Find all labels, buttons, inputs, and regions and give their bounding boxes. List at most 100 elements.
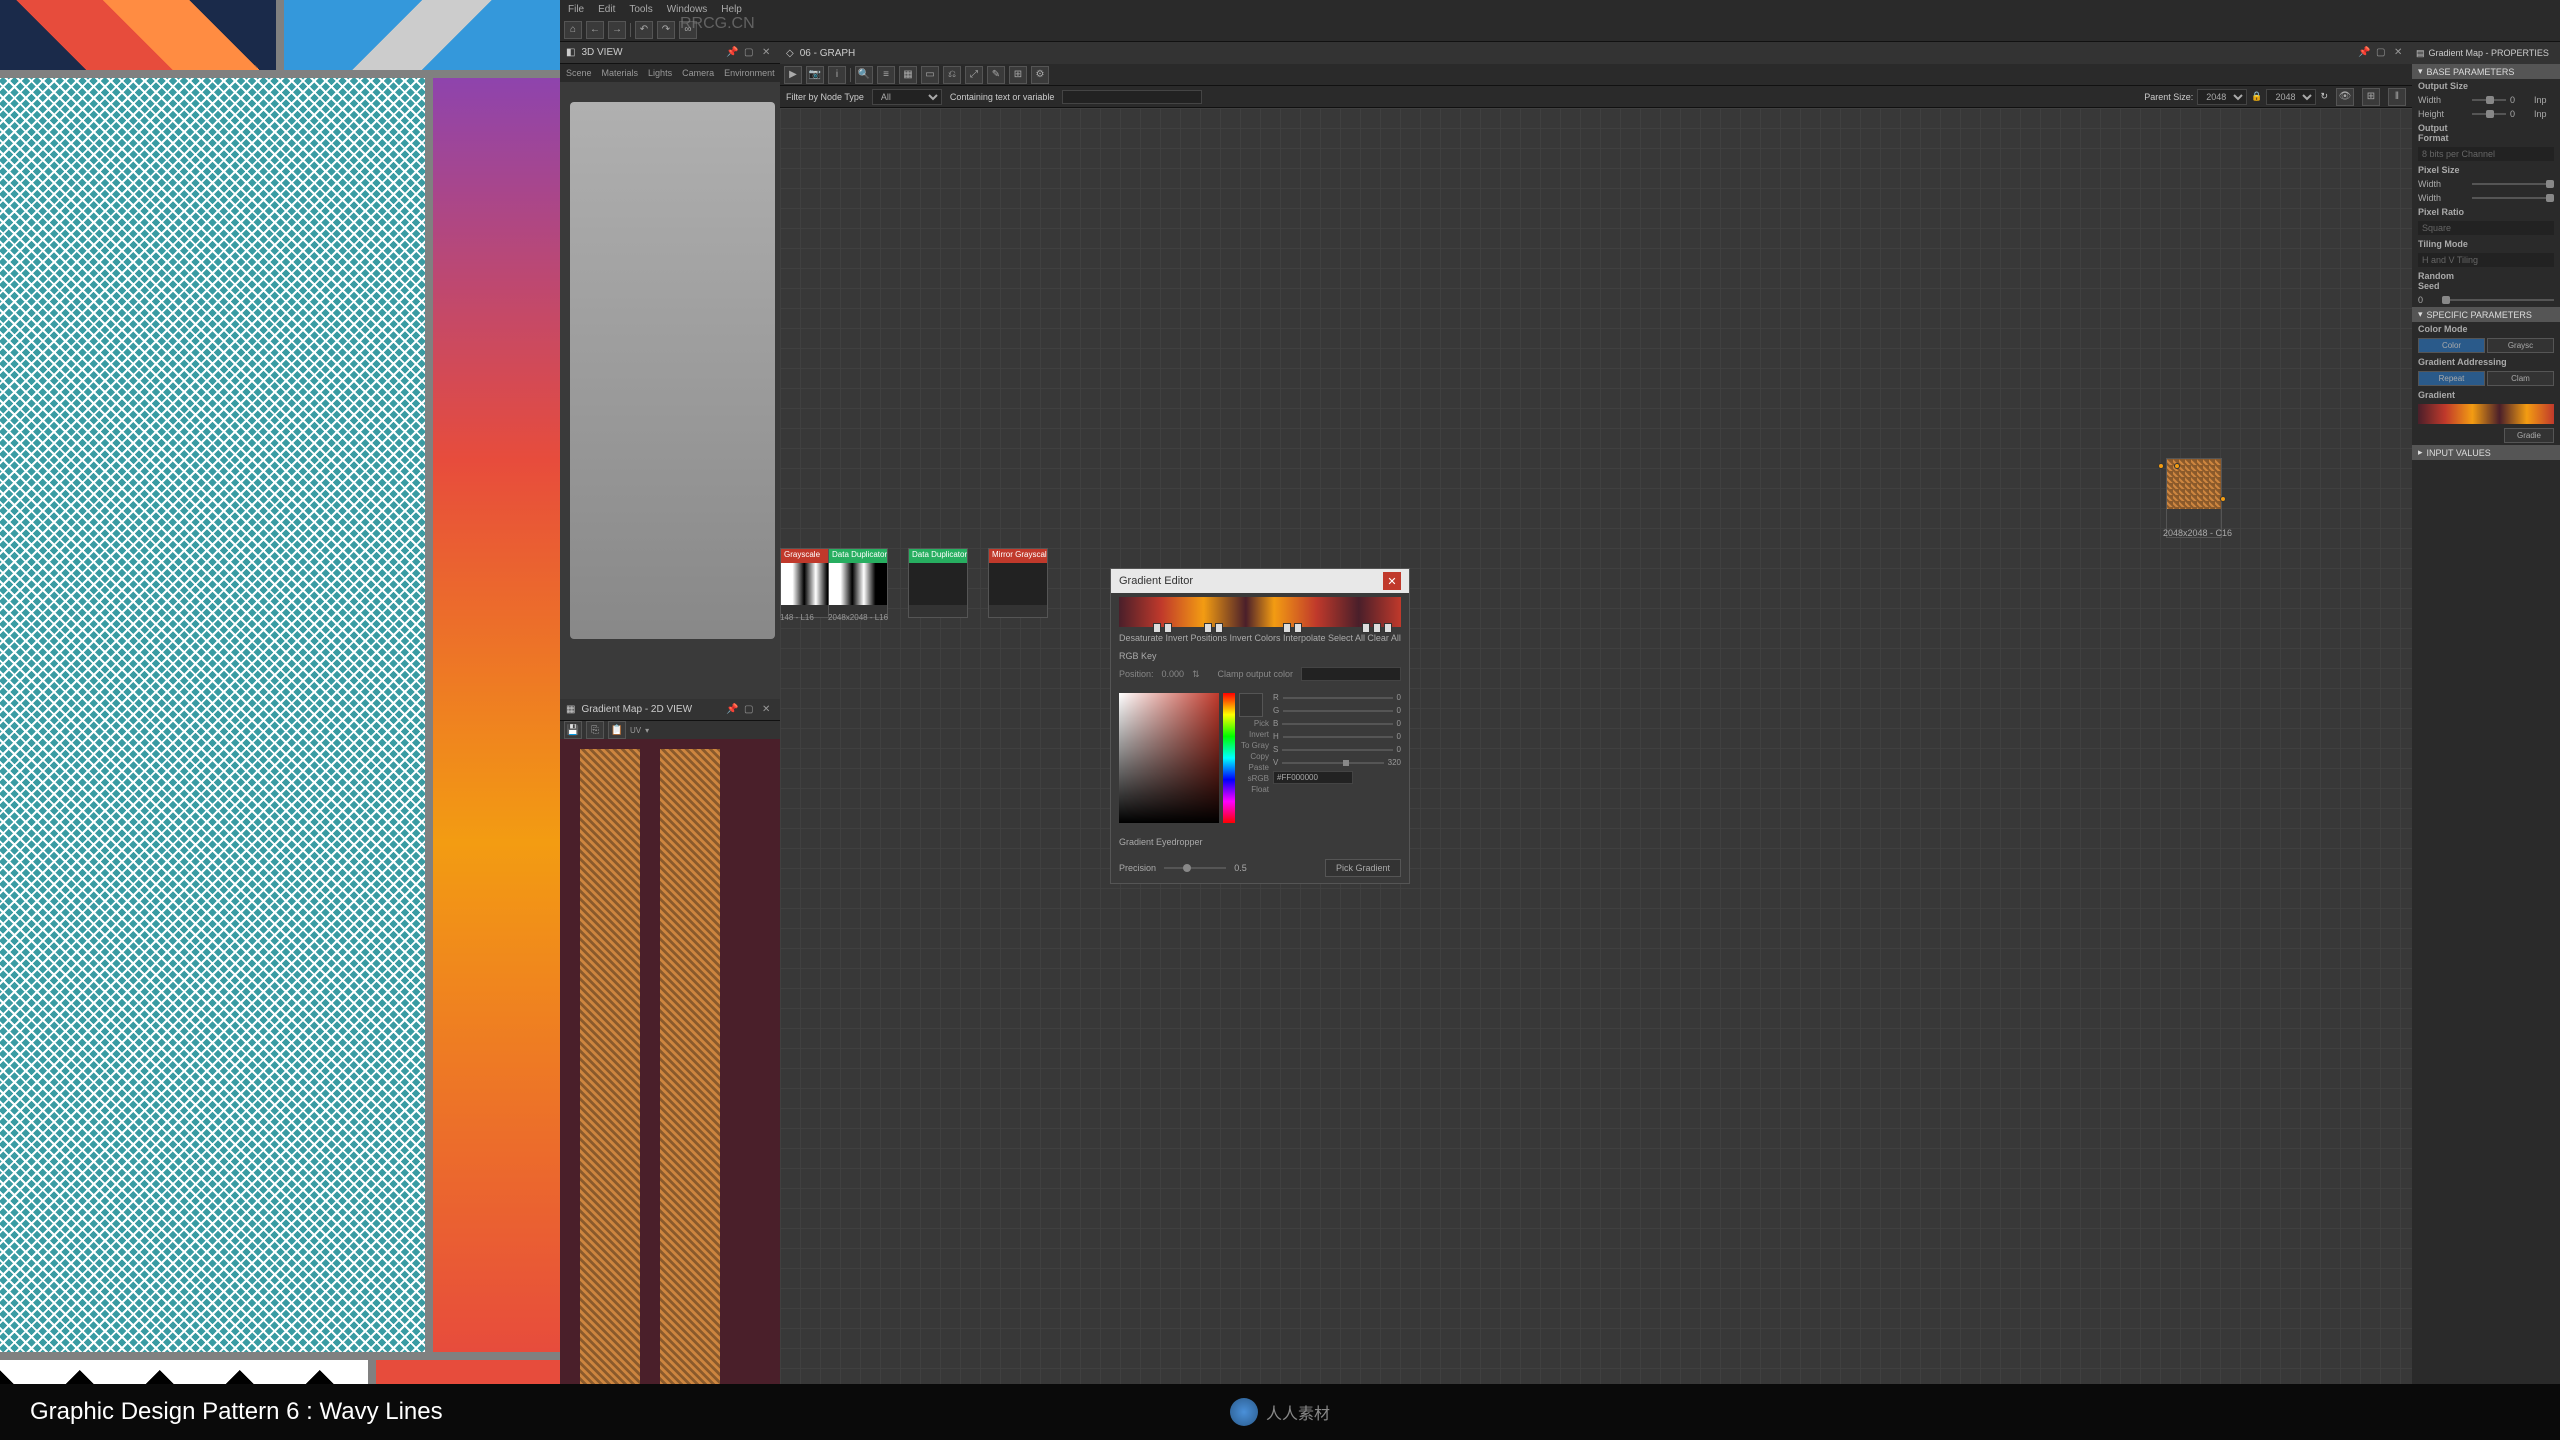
frame-icon[interactable]: ▭ <box>921 66 939 84</box>
to-gray-label[interactable]: To Gray <box>1239 741 1269 750</box>
align-icon[interactable]: ≡ <box>877 66 895 84</box>
menu-windows[interactable]: Windows <box>667 4 708 15</box>
pin-icon[interactable]: 📌 <box>2358 47 2370 59</box>
menu-file[interactable]: File <box>568 4 584 15</box>
r-slider[interactable] <box>1283 697 1393 699</box>
invert-label[interactable]: Invert <box>1239 730 1269 739</box>
close-icon[interactable]: ✕ <box>2394 47 2406 59</box>
v-slider[interactable] <box>1282 762 1383 764</box>
specific-params-section[interactable]: ▾ SPECIFIC PARAMETERS <box>2412 307 2560 322</box>
info-icon[interactable]: i <box>828 66 846 84</box>
grid-snap-icon[interactable]: ⊞ <box>2362 88 2380 106</box>
b-slider[interactable] <box>1282 723 1392 725</box>
graph-canvas[interactable]: 2048x2048 - C16 Grayscale Data Duplicato… <box>780 108 2412 1440</box>
maximize-icon[interactable]: ▢ <box>744 704 756 716</box>
precision-slider[interactable] <box>1164 867 1226 869</box>
gradient-stop[interactable] <box>1215 623 1223 633</box>
repeat-button[interactable]: Repeat <box>2418 371 2485 386</box>
node-output-port[interactable] <box>2220 496 2226 502</box>
paste-label[interactable]: Paste <box>1239 763 1269 772</box>
gradient-stop[interactable] <box>1204 623 1212 633</box>
gradient-stop[interactable] <box>1362 623 1370 633</box>
grid-icon[interactable]: ▦ <box>899 66 917 84</box>
tab-camera[interactable]: Camera <box>682 68 714 78</box>
invert-colors-button[interactable]: Invert Colors <box>1229 633 1280 643</box>
parent-width-dropdown[interactable]: 2048 <box>2197 89 2247 105</box>
lock-icon[interactable]: 🔒 <box>2251 91 2262 102</box>
maximize-icon[interactable]: ▢ <box>744 47 756 59</box>
redo-icon[interactable]: ↷ <box>657 21 675 39</box>
color-picker-area[interactable] <box>1119 693 1219 823</box>
menu-tools[interactable]: Tools <box>629 4 652 15</box>
node-data-duplicator[interactable]: Data Duplicator <box>908 548 968 618</box>
gradient-stop[interactable] <box>1153 623 1161 633</box>
interpolate-button[interactable]: Interpolate <box>1283 633 1326 643</box>
grayscale-button[interactable]: Graysc <box>2487 338 2554 353</box>
base-params-section[interactable]: ▾ BASE PARAMETERS <box>2412 64 2560 79</box>
gradient-edit-button[interactable]: Gradie <box>2504 428 2554 443</box>
gradient-stop[interactable] <box>1384 623 1392 633</box>
clear-all-button[interactable]: Clear All <box>1367 633 1401 643</box>
gradient-editor-titlebar[interactable]: Gradient Editor ✕ <box>1111 569 1409 593</box>
home-icon[interactable]: ⌂ <box>564 21 582 39</box>
select-all-button[interactable]: Select All <box>1328 633 1365 643</box>
h-slider[interactable] <box>1283 736 1393 738</box>
copy-icon[interactable]: ⎘ <box>586 721 604 739</box>
pick-gradient-button[interactable]: Pick Gradient <box>1325 859 1401 877</box>
srgb-label[interactable]: sRGB <box>1239 774 1269 783</box>
close-icon[interactable]: ✕ <box>762 704 774 716</box>
undo-icon[interactable]: ↶ <box>635 21 653 39</box>
g-slider[interactable] <box>1283 710 1392 712</box>
chevron-down-icon[interactable]: ▾ <box>645 726 649 735</box>
camera-icon[interactable]: 📷 <box>806 66 824 84</box>
search-icon[interactable]: 🔍 <box>855 66 873 84</box>
pin-icon[interactable]: 📌 <box>726 47 738 59</box>
gradient-stop[interactable] <box>1294 623 1302 633</box>
layout-icon[interactable]: ⊞ <box>1009 66 1027 84</box>
clamp-color-box[interactable] <box>1301 667 1401 681</box>
tab-lights[interactable]: Lights <box>648 68 672 78</box>
gradient-stop[interactable] <box>1373 623 1381 633</box>
stepper-icon[interactable]: ⇅ <box>1192 669 1200 680</box>
clamp-button[interactable]: Clam <box>2487 371 2554 386</box>
settings-icon[interactable]: ⚙ <box>1031 66 1049 84</box>
edit-icon[interactable]: ✎ <box>987 66 1005 84</box>
tab-scene[interactable]: Scene <box>566 68 592 78</box>
view-icon[interactable]: 👁 <box>2336 88 2354 106</box>
gradient-stop[interactable] <box>1283 623 1291 633</box>
parent-height-dropdown[interactable]: 2048 <box>2266 89 2316 105</box>
align-icon[interactable]: ‖ <box>2388 88 2406 106</box>
2d-viewport[interactable]: 2048 x 2048 (RGBA, 16bit) <box>560 739 780 1422</box>
close-icon[interactable]: ✕ <box>1383 572 1401 590</box>
pixel-height-slider[interactable] <box>2472 197 2554 199</box>
node-data-duplicator[interactable]: Data Duplicator <box>828 548 888 618</box>
color-swatch[interactable] <box>1239 693 1263 717</box>
float-label[interactable]: Float <box>1239 785 1269 794</box>
close-icon[interactable]: ✕ <box>762 47 774 59</box>
color-button[interactable]: Color <box>2418 338 2485 353</box>
3d-viewport[interactable] <box>560 82 780 699</box>
height-slider[interactable] <box>2472 113 2506 115</box>
pick-label[interactable]: Pick <box>1239 719 1269 728</box>
seed-slider[interactable] <box>2442 299 2554 301</box>
pixel-width-slider[interactable] <box>2472 183 2554 185</box>
expand-icon[interactable]: ⤢ <box>965 66 983 84</box>
hex-input[interactable] <box>1273 771 1353 784</box>
maximize-icon[interactable]: ▢ <box>2376 47 2388 59</box>
s-slider[interactable] <box>1282 749 1392 751</box>
width-slider[interactable] <box>2472 99 2506 101</box>
copy-label[interactable]: Copy <box>1239 752 1269 761</box>
back-icon[interactable]: ← <box>586 21 604 39</box>
pin-icon[interactable]: 📌 <box>726 704 738 716</box>
filter-text-input[interactable] <box>1062 90 1202 104</box>
hue-slider[interactable] <box>1223 693 1235 823</box>
tab-environment[interactable]: Environment <box>724 68 775 78</box>
menu-edit[interactable]: Edit <box>598 4 615 15</box>
gradient-preview-strip[interactable] <box>2418 404 2554 424</box>
filter-type-dropdown[interactable]: All <box>872 89 942 105</box>
node-port[interactable] <box>2174 463 2180 469</box>
node-port[interactable] <box>2158 463 2164 469</box>
link-icon[interactable]: ⎌ <box>943 66 961 84</box>
refresh-icon[interactable]: ↻ <box>2320 91 2328 102</box>
input-values-section[interactable]: ▸ INPUT VALUES <box>2412 445 2560 460</box>
